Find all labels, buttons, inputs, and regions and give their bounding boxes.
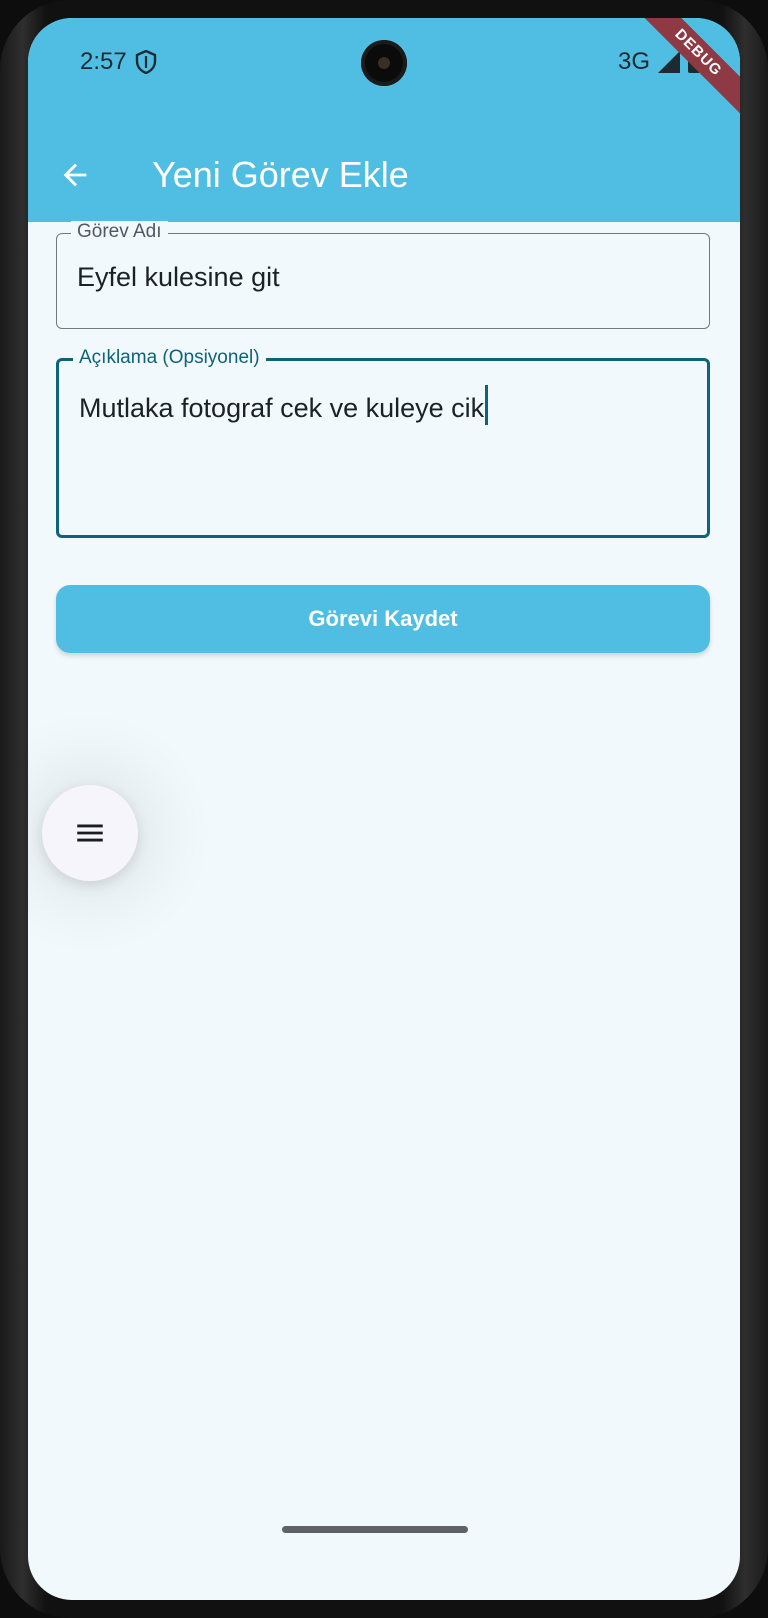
text-cursor (485, 385, 489, 425)
menu-icon (77, 824, 103, 842)
network-type: 3G (617, 48, 650, 75)
menu-button[interactable] (42, 785, 138, 881)
back-button[interactable] (50, 150, 100, 200)
status-bar: 2:57 3G DEBUG (28, 18, 740, 128)
page-title: Yeni Görev Ekle (152, 154, 409, 195)
app-bar: Yeni Görev Ekle (28, 128, 740, 222)
shield-icon (135, 50, 156, 74)
phone-frame: 2:57 3G DEBUG Yeni Görev Ekle Görev Adı … (0, 0, 768, 1618)
front-camera (361, 40, 407, 86)
home-indicator[interactable] (282, 1526, 468, 1533)
description-label: Açıklama (Opsiyonel) (73, 347, 266, 369)
save-task-button[interactable]: Görevi Kaydet (56, 585, 710, 653)
description-input-wrap[interactable]: Mutlaka fotograf cek ve kuleye cik (79, 385, 489, 425)
task-name-label: Görev Adı (71, 221, 168, 243)
screen: 2:57 3G DEBUG Yeni Görev Ekle Görev Adı … (28, 18, 740, 1600)
signal-icon (658, 51, 680, 73)
description-input[interactable]: Mutlaka fotograf cek ve kuleye cik (79, 393, 484, 423)
status-time-group: 2:57 (80, 48, 157, 76)
description-field[interactable]: Açıklama (Opsiyonel) Mutlaka fotograf ce… (56, 347, 710, 538)
task-name-field[interactable]: Görev Adı Eyfel kulesine git (56, 221, 710, 329)
status-time: 2:57 (80, 48, 127, 75)
arrow-left-icon (63, 163, 87, 187)
task-name-input[interactable]: Eyfel kulesine git (77, 262, 280, 293)
